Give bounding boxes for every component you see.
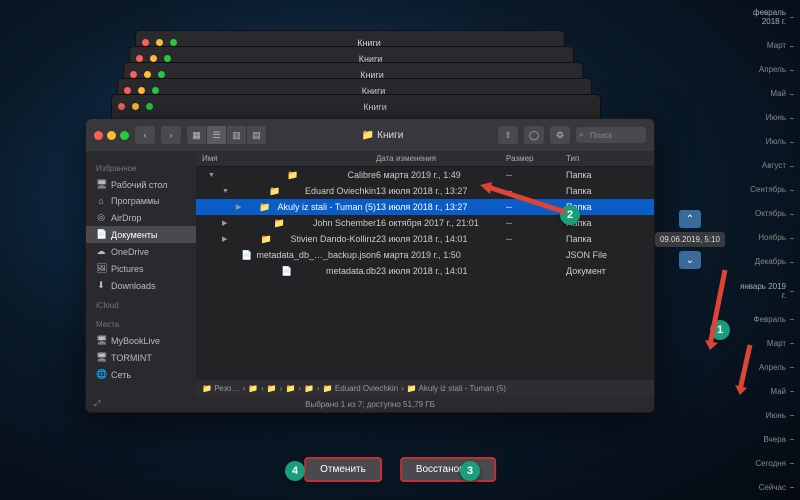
table-row[interactable]: 📄metadata.db23 июля 2018 г., 14:01Докуме… [196, 263, 654, 279]
snapshot-nav: ⌃ 09.06.2019, 5:10 ⌄ [655, 210, 725, 269]
minimize-icon[interactable] [107, 131, 116, 140]
fullscreen-icon[interactable]: ⤢ [94, 399, 100, 409]
table-row[interactable]: ▶📁John Schember16 октября 2017 г., 21:01… [196, 215, 654, 231]
back-button[interactable]: ‹ [135, 126, 155, 144]
annotation-badge-1: 1 [710, 320, 730, 340]
nav-up-button[interactable]: ⌃ [679, 210, 701, 228]
folder-icon: 📁 [362, 130, 374, 141]
sidebar-item[interactable]: 🖥MyBookLive [86, 332, 196, 349]
sidebar-item[interactable]: 🌐Сеть [86, 366, 196, 383]
traffic-lights[interactable] [94, 131, 129, 140]
sidebar-item[interactable]: 🖥TORMINT [86, 349, 196, 366]
snapshot-date: 09.06.2019, 5:10 [655, 232, 725, 247]
table-row[interactable]: ▼📁Eduard Oviechkin13 июля 2018 г., 13:27… [196, 183, 654, 199]
annotation-badge-4: 4 [285, 461, 305, 481]
table-row[interactable]: ▶📁Stivien Dando-Kollinz23 июля 2018 г., … [196, 231, 654, 247]
restore-button[interactable]: Восстановить [400, 457, 496, 482]
tags-button[interactable]: ◯ [524, 126, 544, 144]
table-row[interactable]: ▼📁Calibre6 марта 2019 г., 1:49--Папка [196, 167, 654, 183]
sidebar-item[interactable]: ☁OneDrive [86, 243, 196, 260]
maximize-icon[interactable] [120, 131, 129, 140]
search-input[interactable]: Поиск [576, 127, 646, 143]
action-button[interactable]: ⚙ [550, 126, 570, 144]
sidebar-item[interactable]: ⌂Программы [86, 193, 196, 209]
sidebar-item[interactable]: 🖼Pictures [86, 260, 196, 277]
window-title: 📁Книги [273, 130, 492, 141]
status-bar: ⤢Выбрано 1 из 7; доступно 51,79 ГБ [86, 396, 654, 412]
sidebar-item[interactable]: 🖥Рабочий стол [86, 176, 196, 193]
cancel-button[interactable]: Отменить [304, 457, 382, 482]
sidebar-item[interactable]: ⬇Downloads [86, 277, 196, 294]
share-button[interactable]: ⇪ [498, 126, 518, 144]
file-list: ИмяДата измененияРазмерТип ▼📁Calibre6 ма… [196, 151, 654, 396]
annotation-badge-3: 3 [460, 461, 480, 481]
path-bar[interactable]: 📁 Резо…›📁 ›📁 ›📁 ›📁 ›📁 Eduard Oviechkin›📁… [196, 380, 654, 396]
sidebar-item[interactable]: ◎AirDrop [86, 209, 196, 226]
forward-button[interactable]: › [161, 126, 181, 144]
timeline[interactable]: февраль 2018 г.МартАпрельМайИюньИюльАвгу… [739, 8, 794, 492]
column-headers[interactable]: ИмяДата измененияРазмерТип [196, 151, 654, 167]
table-row[interactable]: 📄metadata_db_…_backup.json6 марта 2019 г… [196, 247, 654, 263]
table-row[interactable]: ▶📁Akuly iz stali - Tuman (5)13 июля 2018… [196, 199, 654, 215]
view-switcher[interactable]: ▦☰▥▤ [187, 126, 267, 144]
annotation-badge-2: 2 [560, 205, 580, 225]
nav-down-button[interactable]: ⌄ [679, 251, 701, 269]
finder-window: ‹ › ▦☰▥▤ 📁Книги ⇪ ◯ ⚙ Поиск Избранное🖥Ра… [85, 118, 655, 413]
close-icon[interactable] [94, 131, 103, 140]
sidebar-item[interactable]: 📄Документы [86, 226, 196, 243]
sidebar: Избранное🖥Рабочий стол⌂Программы◎AirDrop… [86, 151, 196, 396]
toolbar: ‹ › ▦☰▥▤ 📁Книги ⇪ ◯ ⚙ Поиск [86, 119, 654, 151]
